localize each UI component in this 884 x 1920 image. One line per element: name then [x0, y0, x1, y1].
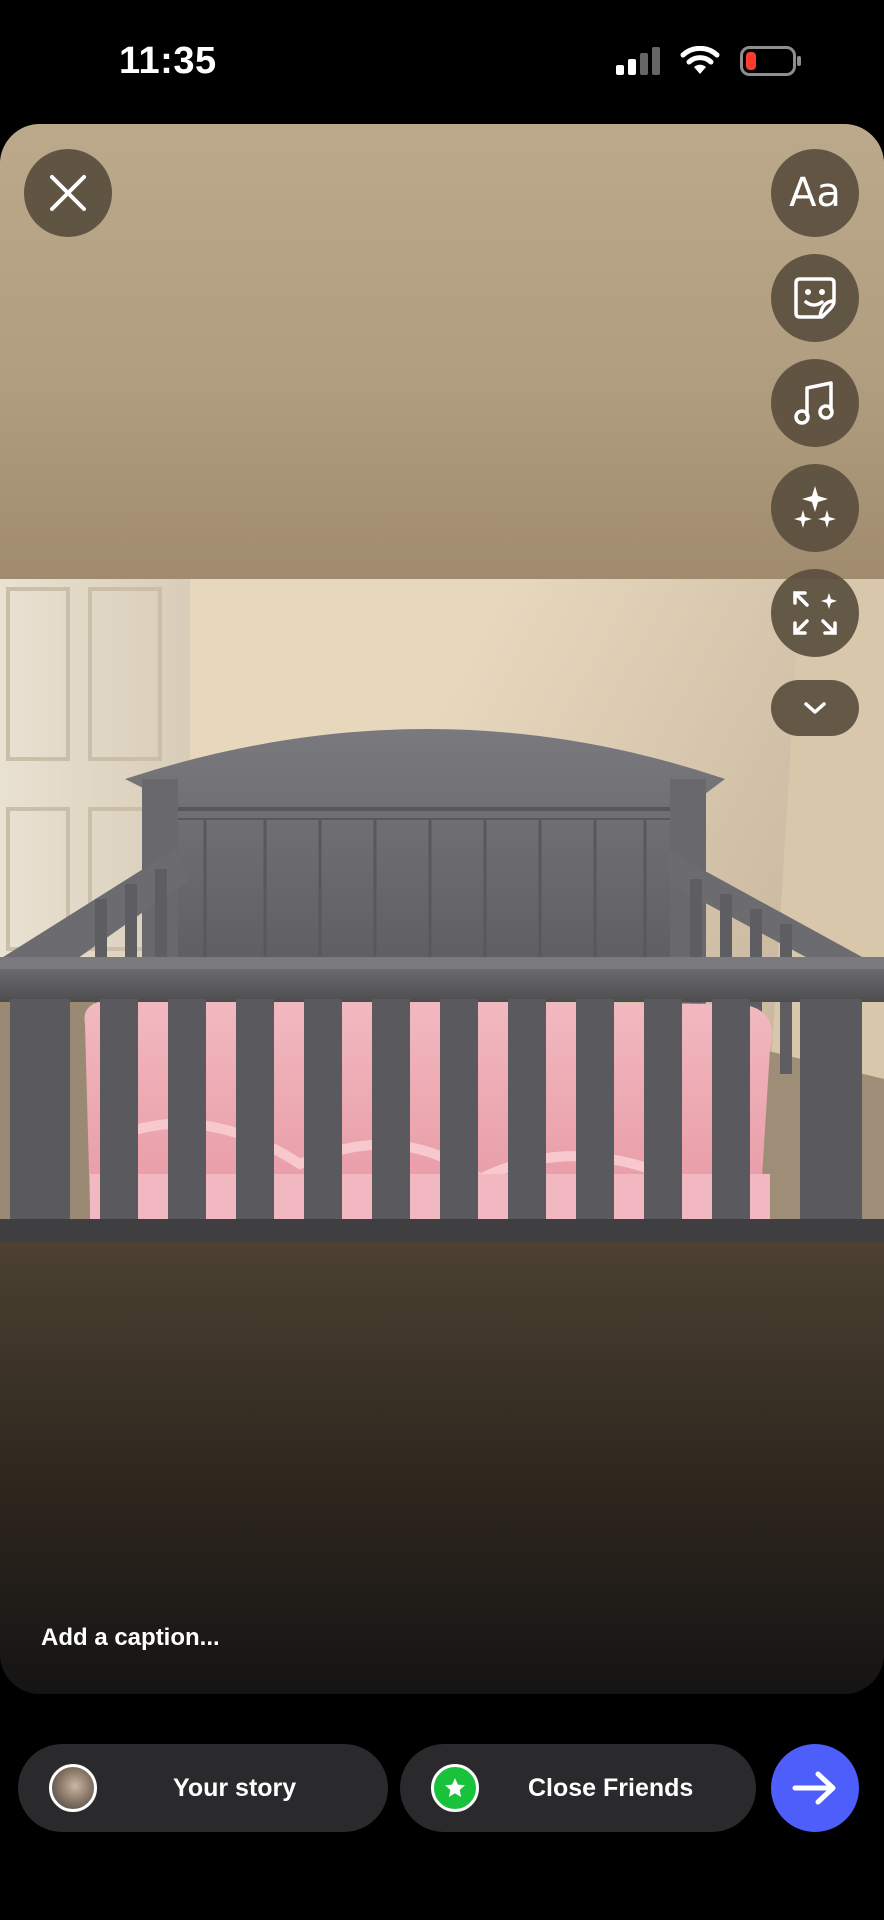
- avatar: [49, 1764, 97, 1812]
- close-friends-button[interactable]: Close Friends: [400, 1744, 756, 1832]
- story-photo[interactable]: [0, 579, 884, 1242]
- canvas-background-top: [0, 124, 884, 579]
- music-note-icon: [794, 381, 834, 425]
- effects-tool-button[interactable]: [771, 464, 859, 552]
- caption-input[interactable]: Add a caption...: [41, 1624, 220, 1652]
- status-icons: [616, 46, 802, 76]
- story-canvas[interactable]: Aa Add a caption...: [0, 124, 884, 1694]
- text-tool-label: Aa: [789, 170, 841, 216]
- more-tools-button[interactable]: [771, 680, 859, 736]
- cellular-signal-icon: [616, 47, 660, 75]
- wifi-icon: [680, 46, 720, 74]
- close-friends-star-icon: [431, 1764, 479, 1812]
- chevron-down-icon: [804, 702, 826, 714]
- close-friends-label: Close Friends: [528, 1773, 694, 1802]
- send-button[interactable]: [771, 1744, 859, 1832]
- sticker-tool-button[interactable]: [771, 254, 859, 342]
- resize-tool-button[interactable]: [771, 569, 859, 657]
- arrow-right-icon: [792, 1771, 836, 1805]
- status-bar: 11:35: [0, 0, 884, 124]
- text-tool-button[interactable]: Aa: [771, 149, 859, 237]
- your-story-label: Your story: [173, 1773, 297, 1802]
- crib-photo-image: [0, 579, 884, 1242]
- close-button[interactable]: [24, 149, 112, 237]
- music-tool-button[interactable]: [771, 359, 859, 447]
- status-time: 11:35: [119, 40, 217, 82]
- expand-icon: [793, 591, 837, 635]
- share-bar: Your story Close Friends: [0, 1694, 884, 1920]
- battery-icon: [740, 46, 801, 76]
- close-icon: [50, 175, 86, 211]
- your-story-button[interactable]: Your story: [18, 1744, 388, 1832]
- sparkles-icon: [794, 486, 836, 528]
- sticker-icon: [794, 277, 836, 319]
